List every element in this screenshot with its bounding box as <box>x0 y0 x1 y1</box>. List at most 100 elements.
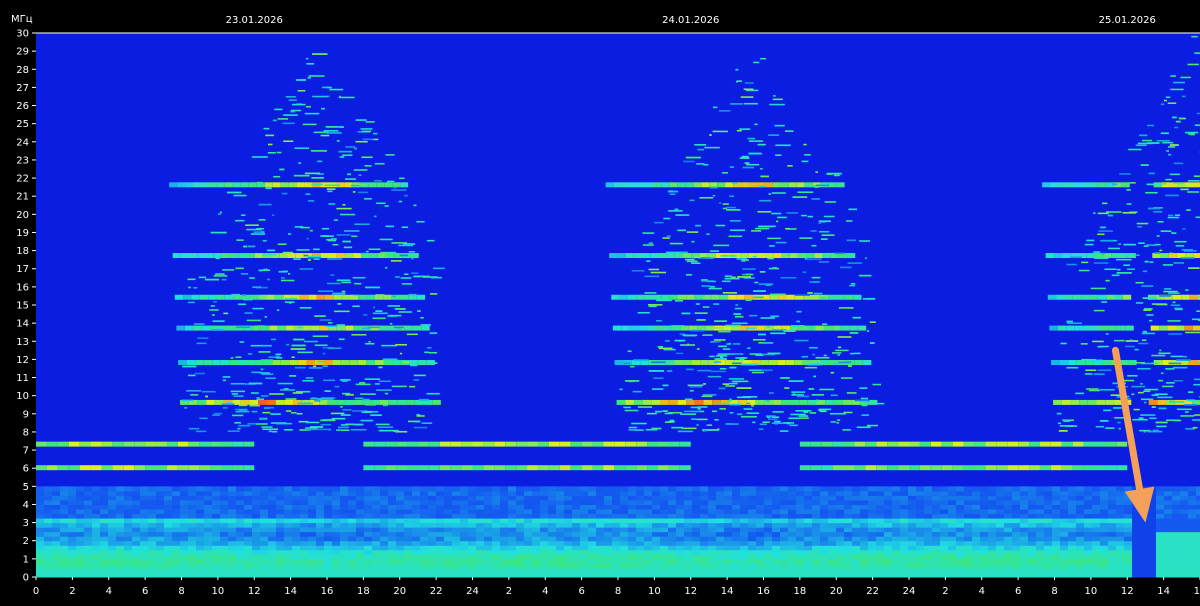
noise-cell <box>316 536 324 542</box>
noise-cell <box>220 554 228 560</box>
noise-cell <box>940 495 948 501</box>
noise-cell <box>844 563 852 569</box>
noise-cell <box>964 513 972 519</box>
noise-cell <box>588 495 596 501</box>
noise-cell <box>708 563 716 569</box>
speckle <box>833 174 840 177</box>
speckle <box>1194 52 1200 54</box>
noise-cell <box>100 531 108 537</box>
noise-cell <box>100 495 108 501</box>
noise-cell <box>1116 558 1124 564</box>
noise-cell <box>1004 522 1012 528</box>
noise-cell <box>68 554 76 560</box>
noise-cell <box>980 490 988 496</box>
speckle <box>375 294 385 296</box>
band-segment <box>197 253 206 259</box>
noise-cell <box>436 527 444 533</box>
band-segment <box>366 294 375 300</box>
noise-cell <box>292 504 300 510</box>
noise-cell <box>820 527 828 533</box>
noise-cell <box>52 531 60 537</box>
speckle <box>774 124 785 127</box>
noise-cell <box>244 513 252 519</box>
band-segment <box>177 441 189 447</box>
noise-cell <box>332 545 340 551</box>
noise-cell <box>844 518 852 524</box>
band-segment <box>638 325 647 331</box>
noise-cell <box>484 499 492 505</box>
noise-cell <box>1004 563 1012 569</box>
noise-cell <box>788 495 796 501</box>
noise-cell <box>604 504 612 510</box>
speckle <box>307 77 312 79</box>
noise-cell <box>284 531 292 537</box>
noise-cell <box>756 513 764 519</box>
noise-cell <box>564 509 572 515</box>
noise-cell <box>44 486 52 492</box>
speckle <box>338 96 355 99</box>
noise-cell <box>620 558 628 564</box>
band-segment <box>1042 182 1051 188</box>
band-segment <box>876 441 888 447</box>
noise-cell <box>836 522 844 528</box>
noise-cell <box>1132 572 1140 578</box>
speckle <box>1158 352 1171 355</box>
noise-cell <box>692 509 700 515</box>
speckle <box>340 406 343 408</box>
speckle <box>340 414 351 416</box>
noise-cell <box>508 527 516 533</box>
speckle <box>734 307 742 310</box>
noise-cell <box>132 536 140 542</box>
band-segment <box>353 253 362 259</box>
noise-cell <box>1012 490 1020 496</box>
speckle <box>1100 226 1106 229</box>
band-segment <box>679 465 691 471</box>
speckle <box>1093 212 1096 214</box>
noise-cell <box>1076 495 1084 501</box>
noise-cell <box>420 522 428 528</box>
noise-cell <box>252 536 260 542</box>
noise-cell <box>44 558 52 564</box>
speckle <box>1105 333 1109 335</box>
noise-cell <box>804 549 812 555</box>
band-segment <box>756 253 766 259</box>
noise-cell <box>68 527 76 533</box>
noise-cell <box>644 554 652 560</box>
speckle <box>246 228 262 231</box>
noise-cell <box>444 540 452 546</box>
speckle <box>812 353 816 356</box>
noise-cell <box>628 504 636 510</box>
noise-cell <box>500 490 508 496</box>
noise-cell <box>948 558 956 564</box>
noise-cell <box>764 549 772 555</box>
noise-cell <box>972 531 980 537</box>
noise-cell <box>1060 499 1068 505</box>
noise-cell <box>1092 518 1100 524</box>
band-segment <box>633 253 642 259</box>
speckle <box>770 315 779 318</box>
band-segment <box>749 182 757 188</box>
noise-cell <box>764 499 772 505</box>
noise-cell <box>732 509 740 515</box>
noise-cell <box>844 554 852 560</box>
noise-cell <box>388 495 396 501</box>
noise-cell <box>988 549 996 555</box>
band-segment <box>483 465 495 471</box>
noise-cell <box>492 563 500 569</box>
band-segment <box>1074 325 1084 331</box>
band-segment <box>1039 441 1051 447</box>
noise-cell <box>788 499 796 505</box>
noise-cell <box>980 563 988 569</box>
noise-cell <box>708 513 716 519</box>
band-segment <box>1081 294 1090 300</box>
noise-cell <box>84 558 92 564</box>
speckle <box>327 282 341 285</box>
noise-cell <box>460 558 468 564</box>
noise-cell <box>524 490 532 496</box>
speckle <box>637 406 653 408</box>
noise-cell <box>892 527 900 533</box>
noise-cell <box>1052 486 1060 492</box>
noise-cell <box>1076 567 1084 573</box>
speckle <box>1173 366 1188 369</box>
noise-cell <box>1052 504 1060 510</box>
